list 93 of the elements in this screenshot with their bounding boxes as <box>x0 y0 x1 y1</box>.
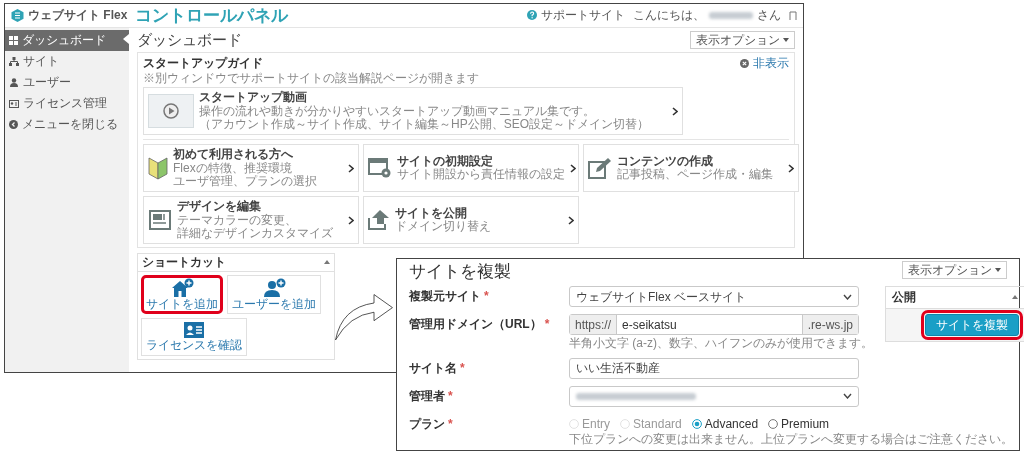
chevron-right-icon <box>348 215 354 225</box>
chevron-right-icon <box>672 106 678 116</box>
guide-card[interactable]: サイトの初期設定 サイト開設から責任情報の設定 <box>363 144 579 193</box>
card-title: コンテンツの作成 <box>617 154 713 169</box>
radio-label: Standard <box>633 416 682 432</box>
logo-text: ウェブサイト Flex <box>28 8 128 23</box>
help-icon <box>527 10 537 21</box>
caret-up-icon <box>1012 295 1018 300</box>
display-options-button[interactable]: 表示オプション <box>902 261 1007 280</box>
display-options-button[interactable]: 表示オプション <box>690 31 795 50</box>
panel-title: ショートカット <box>142 255 226 270</box>
card-description: サイト開設から責任情報の設定 <box>397 168 565 183</box>
shortcut-tile[interactable]: ライセンスを確認 <box>141 318 247 357</box>
field-label: 複製元サイト * <box>409 288 490 306</box>
guide-card[interactable]: 初めて利用される方へ Flexの特徴、推奨環境 ユーザ管理、プランの選択 <box>143 144 359 193</box>
layout-icon <box>148 209 172 232</box>
people-icon <box>9 78 19 87</box>
card-description: 記事投稿、ページ作成・編集 <box>617 168 774 183</box>
guide-card[interactable]: コンテンツの作成 記事投稿、ページ作成・編集 <box>583 144 799 193</box>
pencil-square-icon <box>588 157 612 180</box>
select-field[interactable] <box>569 385 859 407</box>
field-label: サイト名 * <box>409 359 466 377</box>
chevron-right-icon <box>568 215 574 225</box>
radio-label: Advanced <box>704 416 759 432</box>
house-plus-icon <box>170 277 194 298</box>
radio-label: Entry <box>582 416 610 432</box>
page-title: ダッシュボード <box>137 31 242 49</box>
hierarchy-icon <box>9 57 19 66</box>
domain-suffix: .re-ws.jp <box>802 315 858 335</box>
card-description: 操作の流れや動きが分かりやすいスタートアップ動画マニュアル集です。 <box>199 104 596 118</box>
hide-link[interactable]: 非表示 <box>740 56 789 71</box>
sidebar-item[interactable]: サイト <box>5 51 129 72</box>
sidebar-item[interactable]: ユーザー <box>5 72 129 93</box>
radio-label: Premium <box>781 416 830 432</box>
select-field[interactable]: ウェブサイトFlex ベースサイト <box>569 286 859 308</box>
card-description: 詳細なデザインカスタマイズ <box>177 227 334 242</box>
dialog-title: サイトを複製 <box>409 261 511 283</box>
play-icon <box>163 103 179 120</box>
greeting-suffix: さん <box>757 8 781 23</box>
help-text: 下位プランへの変更は出来ません。上位プランへ変更する場合はご注意ください。 <box>569 432 1013 447</box>
card-title: サイトを公開 <box>395 206 467 221</box>
id-card-icon <box>183 321 205 340</box>
field-label: 管理者 * <box>409 387 454 405</box>
circle-x-icon <box>740 59 749 69</box>
chevron-down-icon <box>843 393 852 400</box>
radio-button[interactable] <box>768 418 779 429</box>
upload-icon <box>368 210 390 231</box>
card-description: テーマカラーの変更、 <box>177 213 298 227</box>
card-title: サイトの初期設定 <box>397 154 493 169</box>
caret-up-icon <box>324 260 330 265</box>
note-text: ※別ウィンドウでサポートサイトの該当解説ページが開きます <box>143 70 480 86</box>
beginner-mark-icon <box>148 156 168 181</box>
field-label: プラン * <box>409 415 454 433</box>
card-title: スタートアップ動画 <box>199 90 308 105</box>
panel-title: スタートアップガイド <box>143 56 263 71</box>
support-link[interactable]: サポートサイト <box>527 8 625 23</box>
caret-down-icon <box>783 38 789 43</box>
sidebar-item[interactable]: ダッシュボード <box>5 30 129 51</box>
caret-down-icon <box>995 268 1001 273</box>
card-description: Flexの特徴、推奨環境 <box>173 161 293 175</box>
video-card[interactable]: スタートアップ動画 操作の流れや動きが分かりやすいスタートアップ動画マニュアル集です。 （アカウント作成～サイト作成、サイト編集～HP公開、SEO設定～ドメイン切替） <box>143 87 683 136</box>
text-field[interactable]: いい生活不動産 <box>569 357 859 379</box>
id-card-icon <box>9 99 19 108</box>
chevron-right-icon <box>348 163 354 173</box>
chevron-right-icon <box>788 163 794 173</box>
browser-gear-icon <box>368 157 392 180</box>
domain-field[interactable]: e-seikatsu <box>616 315 803 335</box>
card-title: デザインを編集 <box>177 199 262 214</box>
grid-icon <box>9 36 18 45</box>
card-description: ユーザ管理、プランの選択 <box>173 175 318 190</box>
chevron-right-icon <box>570 163 576 173</box>
panel-title: 公開 <box>892 290 916 305</box>
circle-arrow-icon <box>9 120 18 129</box>
app-title: コントロールパネル <box>135 7 289 24</box>
url-prefix: https:// <box>570 315 617 335</box>
radio-button[interactable] <box>691 418 702 429</box>
shortcut-tile[interactable]: ユーザーを追加 <box>227 274 321 315</box>
card-title: 初めて利用される方へ <box>173 147 294 162</box>
card-description: （アカウント作成～サイト作成、サイト編集～HP公開、SEO設定～ドメイン切替） <box>199 118 650 133</box>
person-plus-icon <box>262 277 286 298</box>
shortcut-tile[interactable]: サイトを追加 <box>141 274 223 315</box>
chevron-down-icon <box>843 293 852 300</box>
logo-icon <box>11 9 24 22</box>
curved-arrow <box>335 294 393 341</box>
sidebar-item[interactable]: メニューを閉じる <box>5 114 129 135</box>
logout-icon <box>789 11 797 20</box>
help-text: 半角小文字 (a-z)、数字、ハイフンのみが使用できます。 <box>569 336 873 351</box>
guide-card[interactable]: デザインを編集 テーマカラーの変更、 詳細なデザインカスタマイズ <box>143 196 359 245</box>
greeting-text: こんにちは、 <box>633 8 705 23</box>
field-label: 管理用ドメイン（URL） * <box>409 316 551 334</box>
sidebar-item[interactable]: ライセンス管理 <box>5 93 129 114</box>
card-description: ドメイン切り替え <box>395 220 492 235</box>
guide-card[interactable]: サイトを公開 ドメイン切り替え <box>363 196 579 245</box>
